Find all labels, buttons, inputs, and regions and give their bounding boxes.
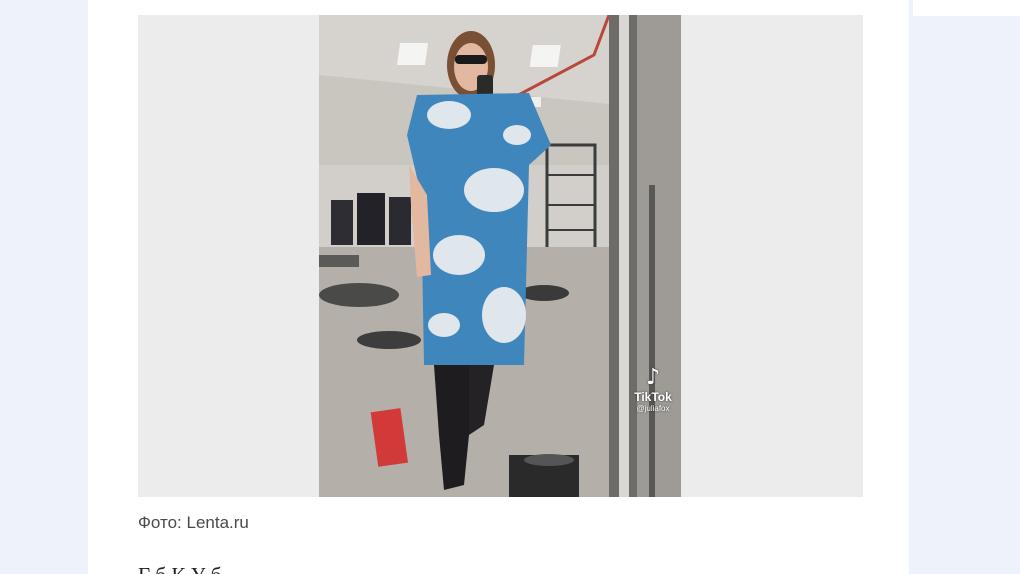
tiktok-brand-label: TikTok <box>634 390 672 404</box>
video-frame-image <box>319 15 681 497</box>
tiktok-video-still[interactable]: ♪ TikTok @juliafox <box>319 15 681 497</box>
tiktok-note-icon: ♪ <box>645 365 661 390</box>
article-media: ♪ TikTok @juliafox <box>138 15 863 497</box>
article-paragraph: Г б К У б <box>138 562 221 574</box>
article-column: ♪ TikTok @juliafox Фото: Lenta.ru Г б К … <box>88 0 909 574</box>
photo-caption: Фото: Lenta.ru <box>138 513 249 532</box>
page: ♪ TikTok @juliafox Фото: Lenta.ru Г б К … <box>0 0 1020 574</box>
tiktok-watermark: ♪ TikTok @juliafox <box>629 367 677 414</box>
tiktok-handle-label: @juliafox <box>636 404 670 413</box>
sidebar-card <box>913 0 1020 16</box>
